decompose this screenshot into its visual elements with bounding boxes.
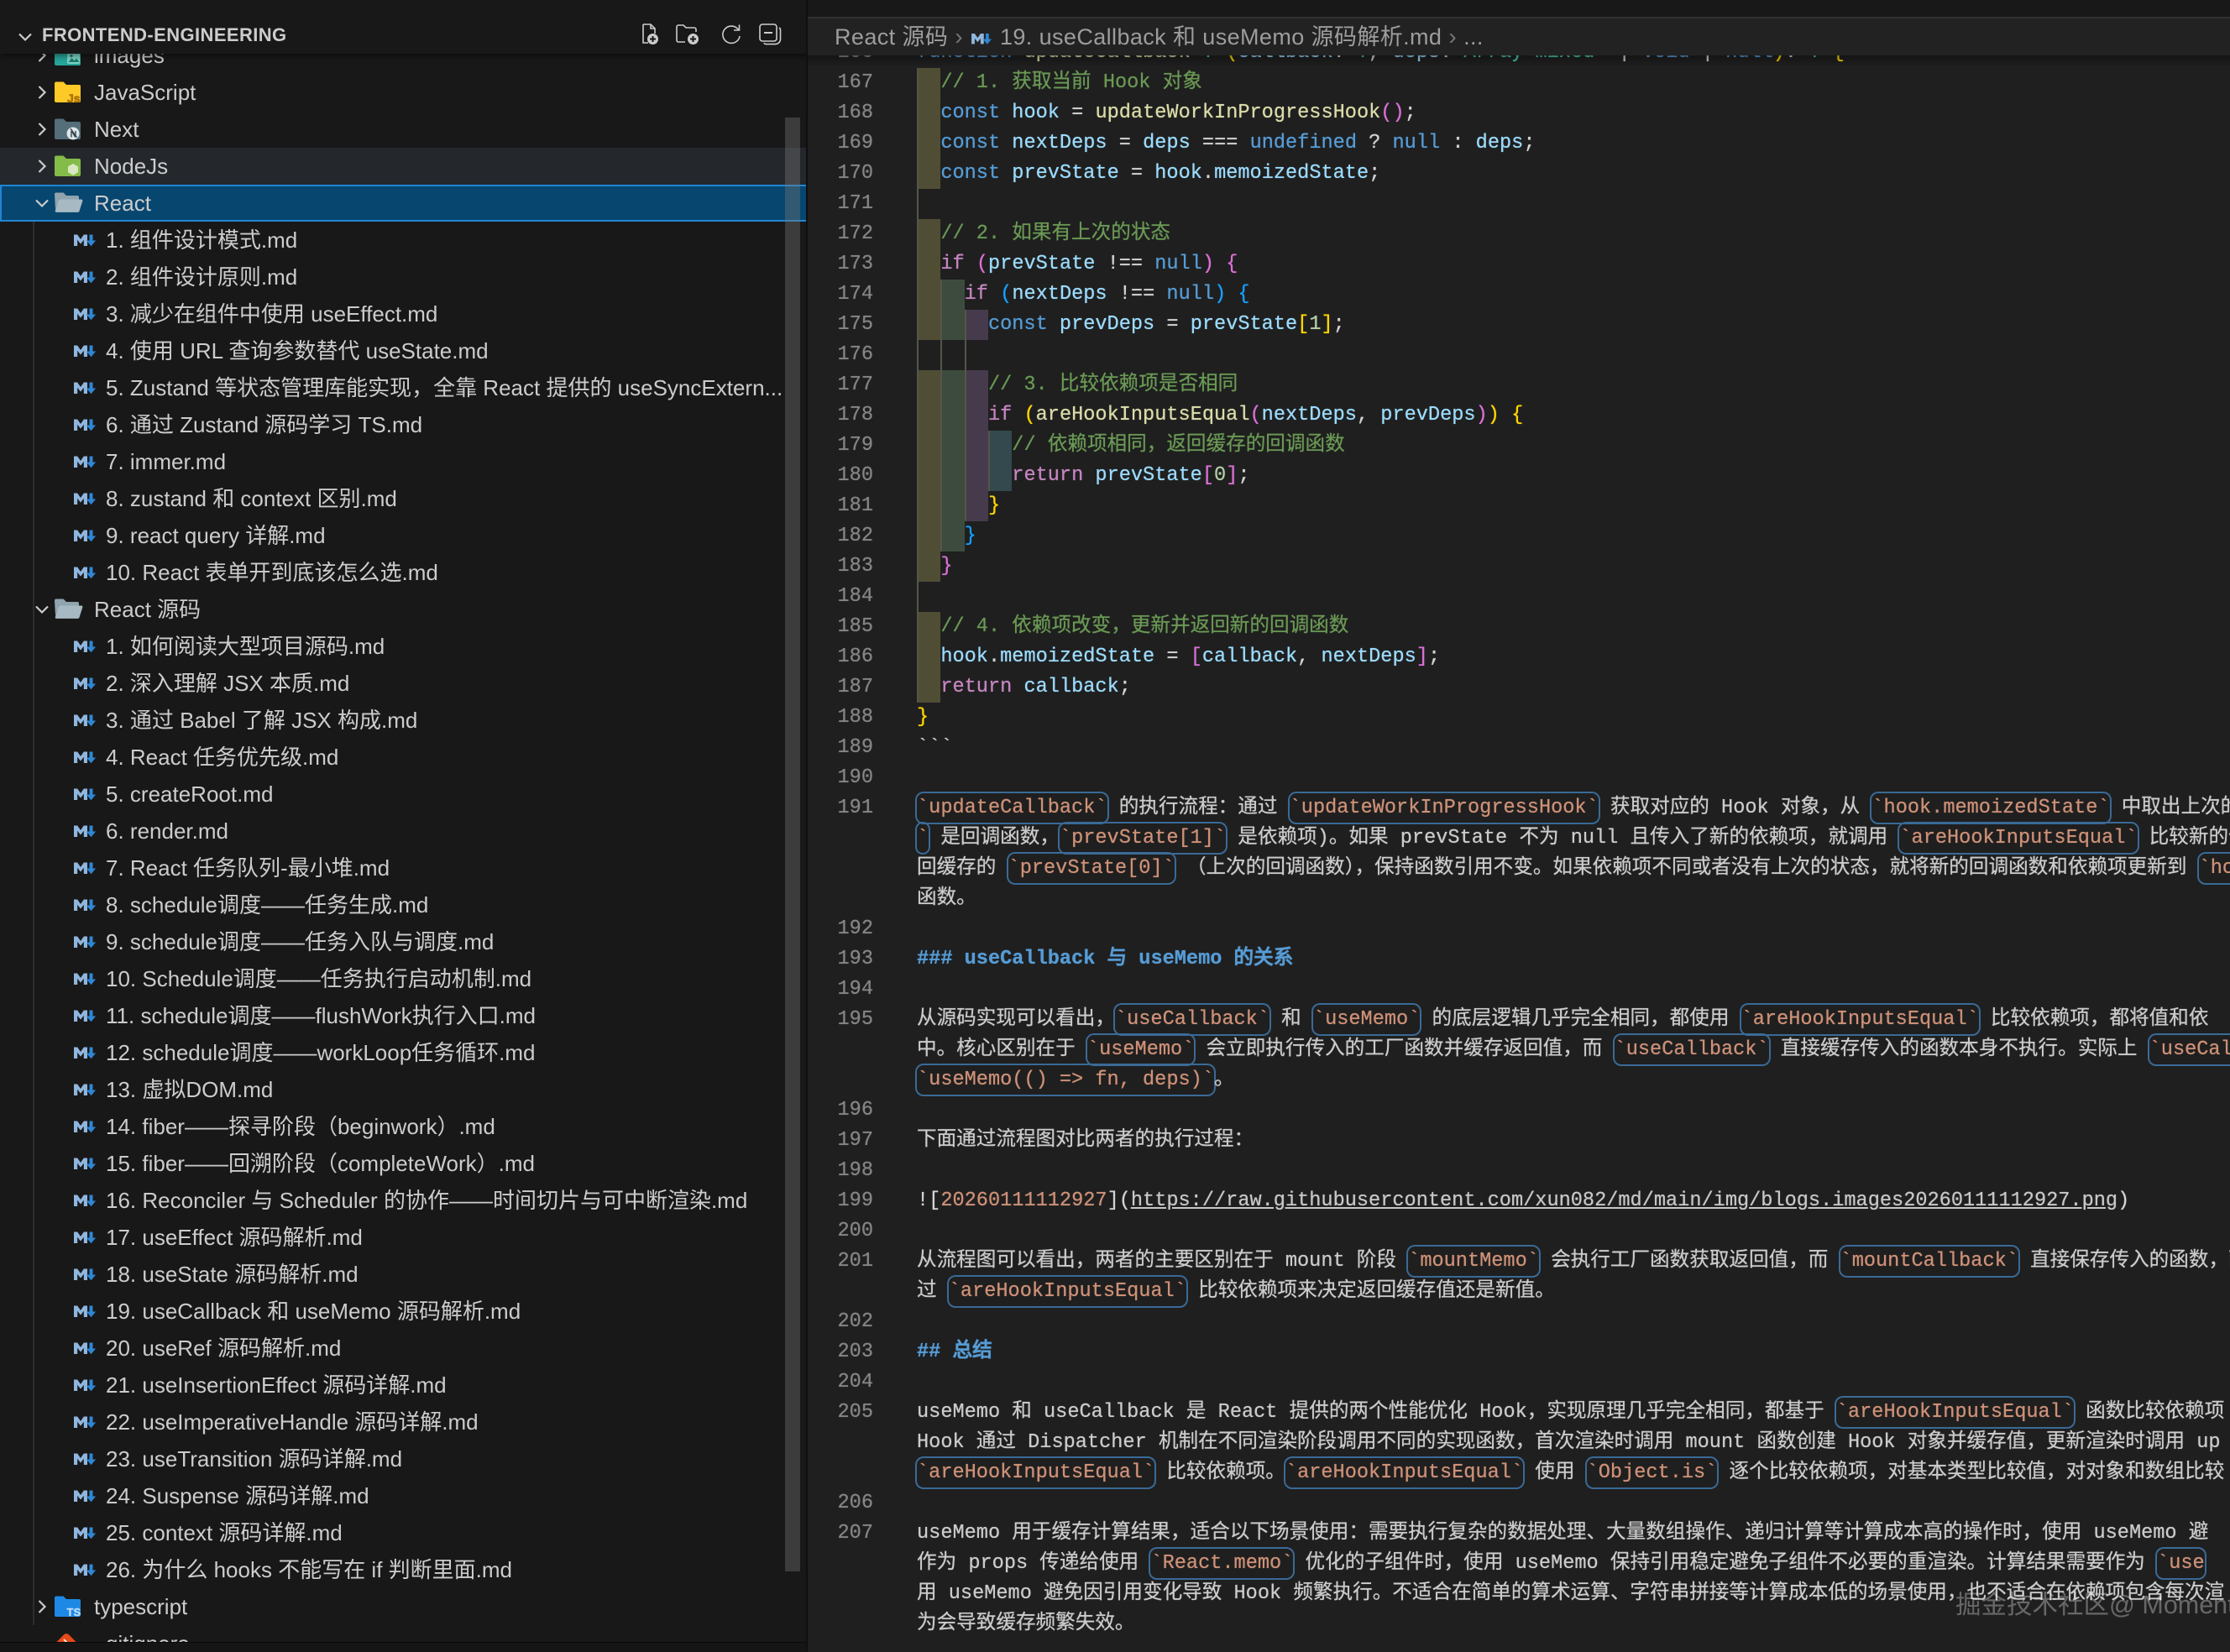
- svg-text:TS: TS: [67, 1606, 81, 1618]
- svg-text:N: N: [71, 130, 77, 140]
- svg-text:Js: Js: [67, 91, 81, 105]
